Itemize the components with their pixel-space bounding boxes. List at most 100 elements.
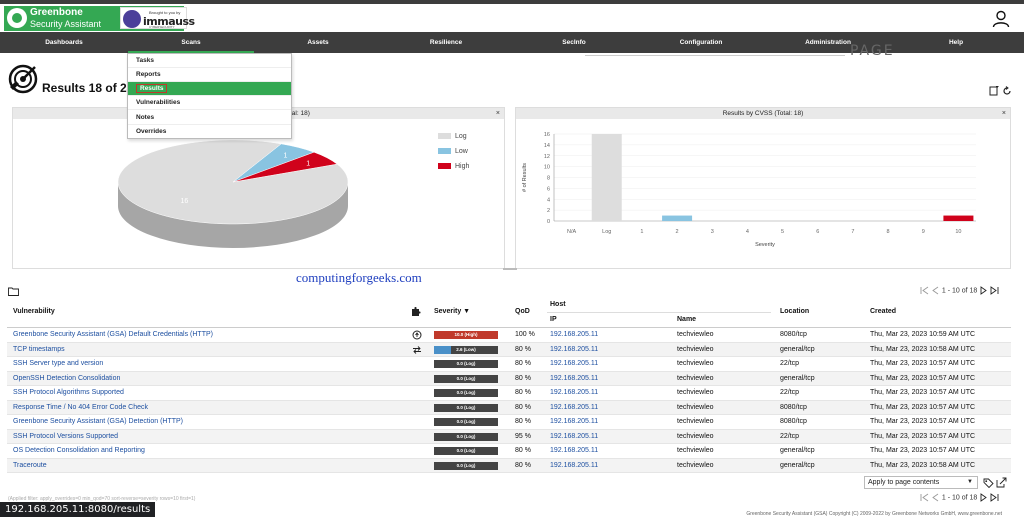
column-qod[interactable]: QoD [515, 308, 530, 315]
location-value: 22/tcp [780, 389, 800, 396]
immauss-brand: Brought to you by immauss CYBERSECURITY [120, 7, 195, 29]
powerfilter-input[interactable] [585, 55, 845, 56]
qod-value: 80 % [515, 403, 531, 411]
bulk-action-select[interactable]: Apply to page contents ▼ [864, 476, 978, 489]
legend-label-high: High [455, 163, 470, 170]
host-ip-link[interactable]: 192.168.205.11 [550, 343, 598, 357]
table-row[interactable]: SSH Protocol Versions Supported 0.0 (Log)… [7, 429, 1011, 444]
dashboard-resize-handle[interactable] [503, 268, 517, 270]
table-row[interactable]: Response Time / No 404 Error Code Check 0… [7, 400, 1011, 415]
user-icon[interactable] [992, 10, 1010, 28]
previous-page-icon[interactable] [931, 493, 940, 502]
column-ip[interactable]: IP [550, 316, 557, 323]
row-solution-cell [410, 459, 424, 473]
vulnerability-link[interactable]: SSH Protocol Versions Supported [13, 430, 118, 444]
severity-text: 2.6 (Low) [456, 346, 476, 352]
panel-title: Results by CVSS (Total: 18) [722, 110, 804, 117]
severity-bar: 0.0 (Log) [434, 418, 498, 426]
first-page-icon[interactable] [920, 286, 929, 295]
host-ip-link[interactable]: 192.168.205.11 [550, 444, 598, 458]
nav-scans[interactable]: Scans [128, 32, 254, 53]
qod-value: 80 % [515, 447, 531, 454]
host-ip-link[interactable]: 192.168.205.11 [550, 328, 598, 342]
previous-page-icon[interactable] [931, 286, 940, 295]
vulnerability-link[interactable]: Greenbone Security Assistant (GSA) Defau… [13, 328, 213, 342]
host-ip-link[interactable]: 192.168.205.11 [550, 415, 598, 429]
next-page-icon[interactable] [979, 493, 988, 502]
column-name[interactable]: Name [677, 316, 696, 323]
created-value: Thu, Mar 23, 2023 10:59 AM UTC [870, 331, 976, 338]
nav-resilience[interactable]: Resilience [382, 32, 510, 53]
legend-log: Log [438, 133, 467, 140]
vulnerability-link[interactable]: SSH Server type and version [13, 357, 103, 371]
menu-item-overrides[interactable]: Overrides [128, 125, 291, 139]
last-page-icon[interactable] [990, 493, 999, 502]
severity-bar: 0.0 (Log) [434, 374, 498, 383]
greenbone-logo[interactable]: Greenbone Security Assistant Brought to … [4, 6, 195, 31]
vulnerability-link[interactable]: Traceroute [13, 459, 47, 473]
host-ip-link[interactable]: 192.168.205.11 [550, 430, 598, 444]
menu-item-results[interactable]: Results [128, 82, 291, 96]
first-page-icon[interactable] [920, 493, 929, 502]
next-page-icon[interactable] [979, 286, 988, 295]
nav-configuration[interactable]: Configuration [638, 32, 764, 53]
tag-icon[interactable] [983, 478, 994, 488]
menu-item-vulnerabilities[interactable]: Vulnerabilities [128, 96, 291, 110]
nav-assets[interactable]: Assets [254, 32, 382, 53]
vulnerability-link[interactable]: TCP timestamps [13, 343, 65, 357]
solution-mitigation-icon [413, 345, 421, 354]
table-row[interactable]: OS Detection Consolidation and Reporting… [7, 444, 1011, 459]
menu-item-tasks[interactable]: Tasks [128, 54, 291, 68]
table-row[interactable]: Greenbone Security Assistant (GSA) Detec… [7, 415, 1011, 430]
column-created[interactable]: Created [870, 308, 896, 315]
host-ip-link[interactable]: 192.168.205.11 [550, 357, 598, 371]
location-value: 22/tcp [780, 432, 800, 440]
last-page-icon[interactable] [990, 286, 999, 295]
y-tick-label: 6 [547, 186, 550, 192]
row-solution-cell [410, 343, 424, 357]
column-severity[interactable]: Severity ▼ [434, 308, 470, 315]
vulnerability-link[interactable]: OS Detection Consolidation and Reporting [13, 444, 145, 458]
host-ip-link[interactable]: 192.168.205.11 [550, 459, 598, 473]
vulnerability-link[interactable]: Response Time / No 404 Error Code Check [13, 401, 148, 415]
severity-text: 0.0 (Log) [456, 404, 476, 410]
location-value: general/tcp [780, 461, 815, 469]
menu-item-notes[interactable]: Notes [128, 111, 291, 125]
y-tick-label: 12 [544, 154, 550, 160]
bulk-action-value: Apply to page contents [868, 479, 940, 486]
severity-text: 0.0 (Log) [456, 390, 476, 395]
folder-icon[interactable] [8, 287, 19, 296]
column-location[interactable]: Location [780, 308, 809, 315]
x-tick-label: 5 [781, 229, 784, 235]
vulnerability-link[interactable]: OpenSSH Detection Consolidation [13, 372, 120, 386]
reset-icon[interactable] [1002, 86, 1012, 96]
new-dashboard-icon[interactable] [989, 86, 999, 96]
close-icon[interactable]: × [1002, 108, 1006, 119]
table-row[interactable]: Traceroute 0.0 (Log) 80 % 192.168.205.11 tec… [7, 458, 1011, 473]
close-icon[interactable]: × [496, 108, 500, 119]
nav-help[interactable]: Help [892, 32, 1020, 53]
y-tick-label: 2 [547, 208, 550, 214]
location-value: general/tcp [780, 345, 815, 353]
table-row[interactable]: TCP timestamps 2.6 (Low) 80 % 192.168.205.1… [7, 342, 1011, 357]
table-row[interactable]: SSH Server type and version 0.0 (Log) 80 %… [7, 357, 1011, 372]
menu-item-reports[interactable]: Reports [128, 68, 291, 82]
table-row[interactable]: OpenSSH Detection Consolidation 0.0 (Log)… [7, 371, 1011, 386]
nav-dashboards[interactable]: Dashboards [0, 32, 128, 53]
table-row[interactable]: Greenbone Security Assistant (GSA) Defau… [7, 328, 1011, 343]
table-row[interactable]: SSH Protocol Algorithms Supported 0.0 (Lo… [7, 386, 1011, 401]
host-ip-link[interactable]: 192.168.205.11 [550, 386, 598, 400]
severity-text: 0.0 (Log) [456, 448, 476, 453]
vulnerability-link[interactable]: Greenbone Security Assistant (GSA) Detec… [13, 415, 183, 429]
severity-pie-chart: 1611 [117, 139, 349, 248]
severity-text: 0.0 (Log) [456, 375, 476, 381]
column-vulnerability[interactable]: Vulnerability [13, 308, 55, 315]
vulnerability-link[interactable]: SSH Protocol Algorithms Supported [13, 386, 124, 400]
host-ip-link[interactable]: 192.168.205.11 [550, 372, 598, 386]
nav-secinfo[interactable]: SecInfo [510, 32, 638, 53]
export-icon[interactable] [996, 477, 1007, 488]
qod-value: 80 % [515, 418, 531, 425]
host-name: techviewleo [677, 345, 714, 353]
y-tick-label: 16 [544, 132, 550, 138]
host-ip-link[interactable]: 192.168.205.11 [550, 401, 598, 415]
